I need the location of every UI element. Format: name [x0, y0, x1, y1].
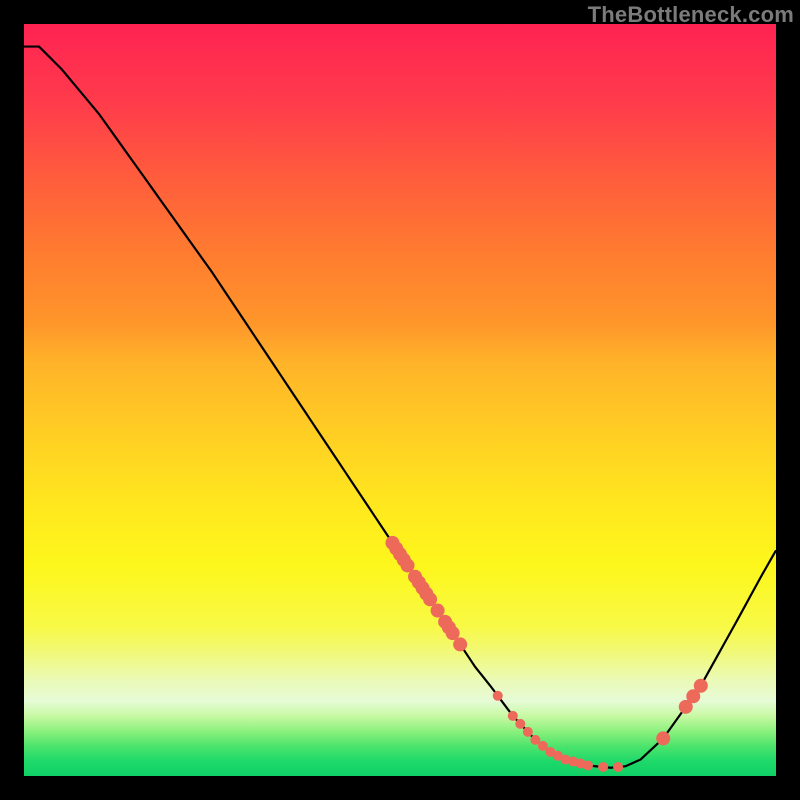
bottleneck-curve	[24, 47, 776, 768]
data-marker	[656, 731, 670, 745]
data-marker	[694, 679, 708, 693]
data-marker	[515, 719, 525, 729]
chart-plot-area	[24, 24, 776, 776]
data-marker	[508, 711, 518, 721]
data-marker	[583, 760, 593, 770]
data-marker	[493, 691, 503, 701]
data-marker	[523, 727, 533, 737]
data-markers	[385, 536, 707, 772]
data-marker	[453, 637, 467, 651]
data-marker	[598, 762, 608, 772]
data-marker	[613, 762, 623, 772]
curve-svg	[24, 24, 776, 776]
watermark-text: TheBottleneck.com	[588, 2, 794, 28]
